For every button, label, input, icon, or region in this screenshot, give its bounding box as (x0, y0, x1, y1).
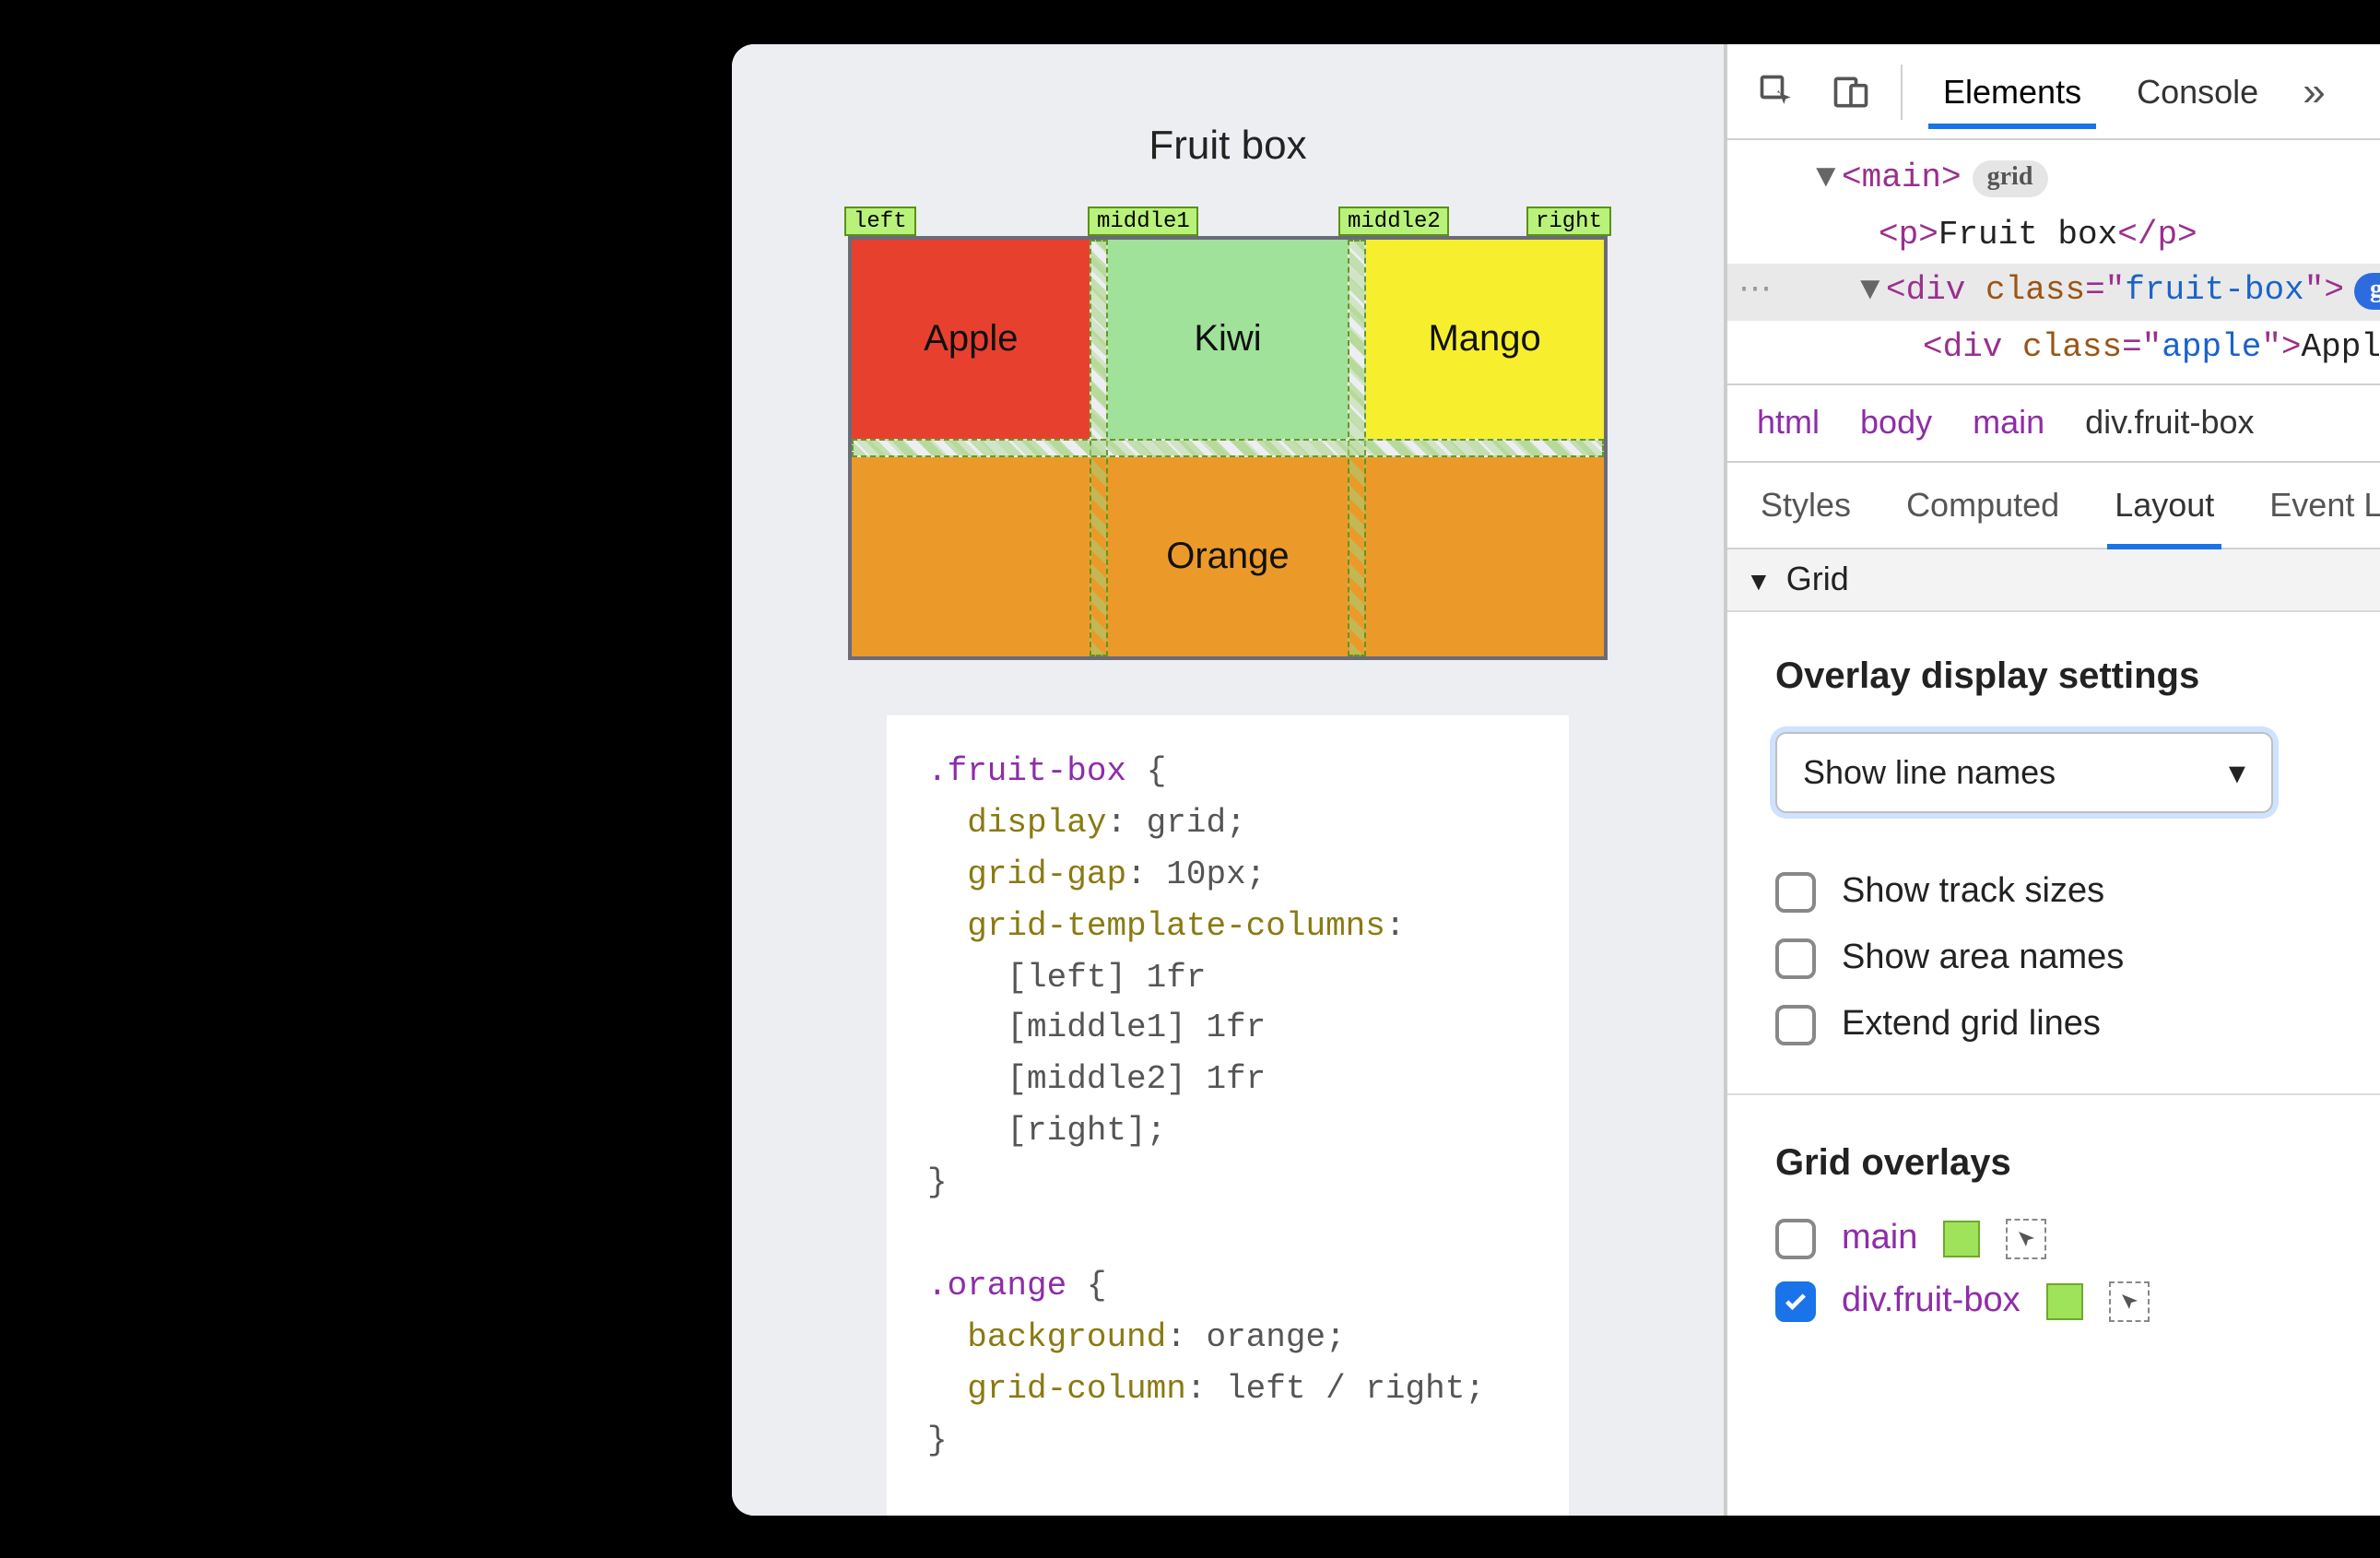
reveal-in-elements-icon[interactable] (2108, 1282, 2149, 1323)
layout-panel: Overlay display settings Show line names… (1727, 613, 2380, 1516)
overlay-row-main[interactable]: main (1775, 1220, 2380, 1260)
checkbox-label: Show track sizes (1842, 873, 2104, 914)
reveal-in-elements-icon[interactable] (2006, 1220, 2046, 1260)
dom-node-p[interactable]: <p>Fruit box</p> (1816, 207, 2380, 264)
devtools-toolbar: Elements Console » 1 (1727, 44, 2380, 140)
layout-section-header[interactable]: ▼ Grid (1727, 550, 2380, 613)
dom-node-fruit-box[interactable]: ⋯ ▼<div class="fruit-box"> grid == $0 (1727, 264, 2380, 320)
css-code-block: .fruit-box { display: grid; grid-gap: 10… (887, 715, 1569, 1516)
device-toolbar-icon[interactable] (1820, 60, 1882, 123)
dom-tree[interactable]: ▼<main>grid <p>Fruit box</p> ⋯ ▼<div cla… (1727, 140, 2380, 384)
checkbox-area-names[interactable]: Show area names (1775, 939, 2380, 980)
grid-line-labels: left middle1 middle2 right (848, 207, 1608, 236)
color-swatch[interactable] (2045, 1284, 2082, 1321)
subtab-layout[interactable]: Layout (2111, 465, 2218, 548)
checkbox-icon[interactable] (1775, 1006, 1816, 1046)
color-swatch[interactable] (1943, 1222, 1980, 1258)
checkbox-icon[interactable] (1775, 939, 1816, 980)
styles-subtabs: Styles Computed Layout Event Listeners » (1727, 462, 2380, 550)
subtab-styles[interactable]: Styles (1757, 465, 1855, 548)
grid-overlays-title: Grid overlays (1775, 1144, 2380, 1186)
devtools-pane: Elements Console » 1 (1727, 44, 2380, 1516)
checkbox-extend-lines[interactable]: Extend grid lines (1775, 1006, 2380, 1046)
section-title-grid: Grid (1785, 561, 1848, 600)
checkbox-track-sizes[interactable]: Show track sizes (1775, 873, 2380, 914)
inspect-element-icon[interactable] (1746, 60, 1809, 123)
ellipsis-icon[interactable]: ⋯ (1738, 264, 1775, 320)
subtab-computed[interactable]: Computed (1903, 465, 2063, 548)
crumb-fruit-box[interactable]: div.fruit-box (2085, 405, 2254, 443)
fruit-box-grid[interactable]: Apple Kiwi Mango Orange (848, 236, 1608, 660)
checkbox-icon[interactable] (1775, 1282, 1816, 1323)
overlay-name[interactable]: div.fruit-box (1842, 1282, 2021, 1323)
crumb-html[interactable]: html (1757, 405, 1820, 443)
tabs-overflow-icon[interactable]: » (2292, 67, 2337, 115)
grid-badge-active[interactable]: grid (2354, 274, 2380, 311)
overlay-name[interactable]: main (1842, 1220, 1917, 1260)
grid-line-label-right: right (1526, 207, 1610, 236)
grid-badge[interactable]: grid (1972, 160, 2047, 197)
crumb-main[interactable]: main (1973, 405, 2044, 443)
line-labels-select[interactable]: Show line names ▾ (1775, 733, 2273, 814)
tab-console[interactable]: Console (2115, 55, 2280, 127)
overlay-settings-title: Overlay display settings (1775, 657, 2380, 700)
cell-kiwi: Kiwi (1108, 240, 1347, 439)
grid-overlay-wrap: left middle1 middle2 right Apple Kiwi Ma… (848, 207, 1608, 660)
dom-node-apple[interactable]: <div class="apple">Apple</div> (1816, 321, 2380, 377)
tab-elements[interactable]: Elements (1921, 55, 2103, 127)
cell-apple: Apple (852, 240, 1090, 439)
select-value: Show line names (1803, 754, 2056, 793)
page-title: Fruit box (1149, 122, 1306, 170)
cell-mango: Mango (1365, 240, 1604, 439)
grid-line-label-middle2: middle2 (1338, 207, 1450, 236)
dom-breadcrumb[interactable]: html body main div.fruit-box (1727, 384, 2380, 462)
disclosure-triangle-icon[interactable]: ▼ (1746, 566, 1772, 596)
cell-orange: Orange (852, 457, 1604, 656)
chevron-down-icon: ▾ (2228, 754, 2245, 793)
grid-line-label-left: left (844, 207, 916, 236)
checkbox-icon[interactable] (1775, 1220, 1816, 1260)
subtab-event-listeners[interactable]: Event Listeners (2266, 465, 2380, 548)
checkbox-label: Show area names (1842, 939, 2124, 980)
grid-line-label-middle1: middle1 (1088, 207, 1199, 236)
overlay-row-fruit-box[interactable]: div.fruit-box (1775, 1282, 2380, 1323)
rendered-page-pane: Fruit box left middle1 middle2 right App… (732, 44, 1727, 1516)
checkbox-label: Extend grid lines (1842, 1006, 2101, 1046)
devtools-window: Fruit box left middle1 middle2 right App… (732, 44, 2380, 1516)
checkbox-icon[interactable] (1775, 873, 1816, 914)
dom-node-main[interactable]: ▼<main>grid (1816, 151, 2380, 207)
crumb-body[interactable]: body (1860, 405, 1932, 443)
